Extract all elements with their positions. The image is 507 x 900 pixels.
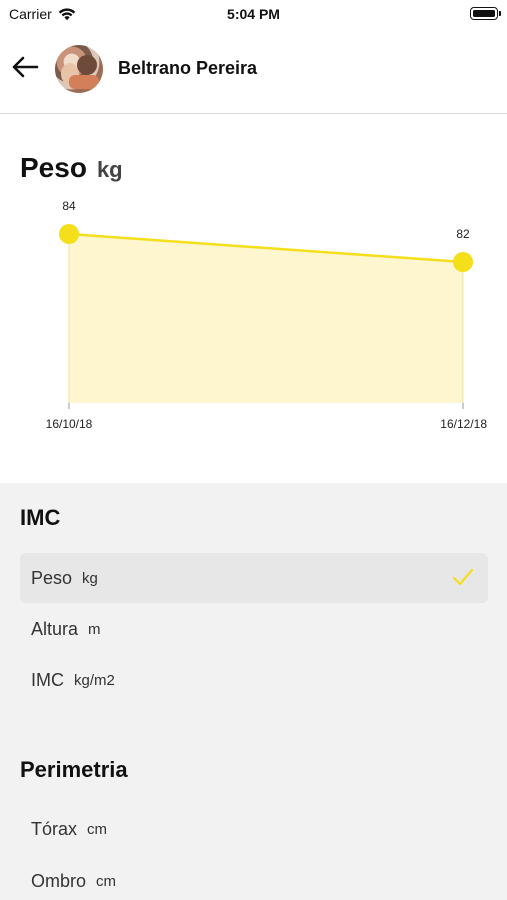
nav-header: Beltrano Pereira xyxy=(0,28,507,114)
item-unit: m xyxy=(88,620,101,638)
section-header-imc: IMC xyxy=(20,505,61,530)
item-label: Tórax xyxy=(31,818,78,839)
data-label-1: 82 xyxy=(456,227,470,241)
arrow-left-icon xyxy=(11,56,39,83)
back-button[interactable] xyxy=(8,54,42,84)
list-item-ombro[interactable]: Ombro cm xyxy=(20,856,488,900)
item-unit: kg/m2 xyxy=(74,671,115,689)
status-bar: Carrier 5:04 PM xyxy=(0,0,507,28)
section-header-perimetria: Perimetria xyxy=(20,757,128,782)
chart-title: Peso kg xyxy=(20,152,123,184)
data-label-0: 84 xyxy=(62,199,76,213)
item-unit: kg xyxy=(82,569,98,587)
list-item-imc[interactable]: IMC kg/m2 xyxy=(20,655,488,705)
metrics-list: IMC Peso kg Altura m IMC kg/m2 Perimetri… xyxy=(0,483,507,900)
list-item-altura[interactable]: Altura m xyxy=(20,604,488,654)
data-point-0[interactable] xyxy=(59,224,79,244)
battery-icon xyxy=(470,7,501,20)
item-unit: cm xyxy=(87,820,108,838)
x-tick-label-0: 16/10/18 xyxy=(46,417,93,431)
chart-area-fill xyxy=(69,234,463,403)
item-unit: cm xyxy=(96,872,117,890)
list-item-peso[interactable]: Peso kg xyxy=(20,553,488,603)
checkmark-icon xyxy=(452,567,474,592)
user-name: Beltrano Pereira xyxy=(118,58,258,78)
data-point-1[interactable] xyxy=(453,252,473,272)
item-label: IMC xyxy=(31,669,64,690)
chart-title-text: Peso xyxy=(20,152,87,183)
status-time: 5:04 PM xyxy=(227,6,280,22)
item-label: Altura xyxy=(31,618,79,639)
x-tick-label-1: 16/12/18 xyxy=(440,417,487,431)
item-label: Peso xyxy=(31,567,73,588)
avatar xyxy=(55,45,103,93)
list-item-torax[interactable]: Tórax cm xyxy=(20,804,488,854)
item-label: Ombro xyxy=(31,870,87,891)
chart-unit: kg xyxy=(96,157,123,182)
weight-chart: 84 82 16/10/18 16/12/18 xyxy=(46,199,488,431)
